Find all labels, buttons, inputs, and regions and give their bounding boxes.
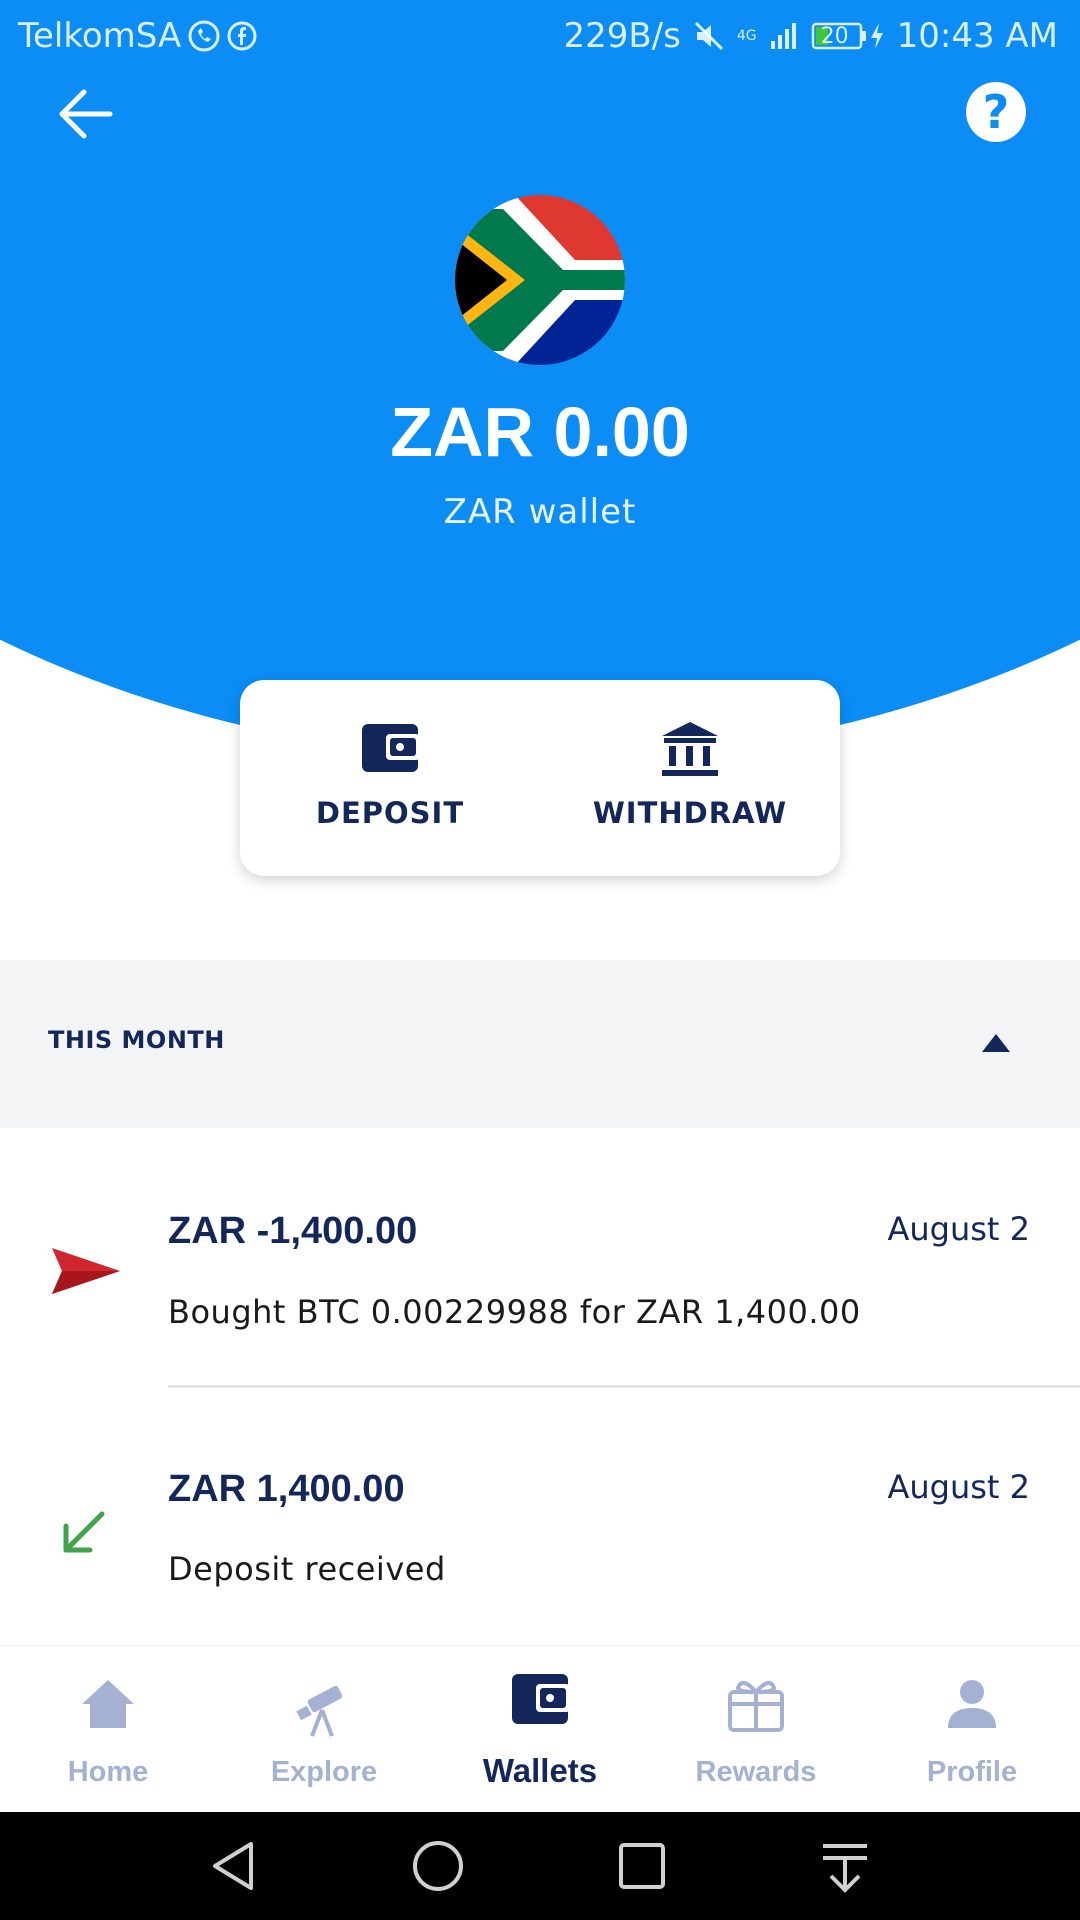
system-home-icon[interactable] [408, 1836, 468, 1896]
status-bar: TelkomSA 229B/s 4G 20 10:43 AM [0, 0, 1080, 76]
back-button[interactable] [56, 84, 116, 144]
caret-up-icon[interactable] [980, 1032, 1012, 1054]
network-speed: 229B/s [563, 16, 681, 56]
system-navigation-bar [0, 1812, 1080, 1920]
help-icon: ? [982, 85, 1010, 139]
mute-icon [693, 20, 725, 52]
wallet-actions-card: DEPOSIT WITHDRAW [240, 680, 840, 876]
nav-home-label: Home [67, 1756, 149, 1788]
clock: 10:43 AM [896, 16, 1058, 56]
network-type: 4G [736, 28, 757, 44]
facebook-icon [227, 21, 257, 51]
deposit-button[interactable]: DEPOSIT [240, 680, 540, 876]
transaction-description: Deposit received [168, 1550, 446, 1588]
nav-explore-label: Explore [270, 1756, 378, 1788]
gift-icon [728, 1680, 784, 1732]
transaction-item[interactable]: ZAR 1,400.00 August 2 Deposit received [0, 1440, 1080, 1640]
transaction-description: Bought BTC 0.00229988 for ZAR 1,400.00 [168, 1293, 861, 1331]
header-background [0, 0, 1080, 760]
wallet-name: ZAR wallet [443, 492, 637, 532]
charging-icon [869, 21, 885, 51]
notification-pulldown-icon[interactable] [815, 1836, 875, 1896]
send-arrow-icon [52, 1248, 120, 1294]
nav-rewards[interactable]: Rewards [648, 1646, 864, 1813]
nav-home[interactable]: Home [0, 1646, 216, 1813]
south-africa-flag [455, 195, 625, 365]
battery-level: 20 [820, 23, 849, 49]
transaction-amount: ZAR 1,400.00 [168, 1468, 405, 1510]
home-icon [82, 1680, 134, 1728]
wallet-balance: ZAR 0.00 [390, 393, 690, 471]
nav-profile[interactable]: Profile [864, 1646, 1080, 1813]
nav-rewards-label: Rewards [695, 1756, 817, 1788]
transaction-date: August 2 [887, 1468, 1030, 1506]
arrow-left-icon [59, 89, 113, 139]
nav-wallets[interactable]: Wallets [432, 1646, 648, 1813]
person-icon [948, 1680, 996, 1728]
transaction-date: August 2 [887, 1210, 1030, 1248]
help-button[interactable]: ? [966, 82, 1026, 142]
transaction-item[interactable]: ZAR -1,400.00 August 2 Bought BTC 0.0022… [0, 1180, 1080, 1380]
month-label: THIS MONTH [48, 1026, 225, 1054]
wallet-icon [362, 724, 420, 772]
signal-icon: 4G [737, 29, 757, 43]
wallet-icon [512, 1674, 570, 1724]
whatsapp-icon [187, 19, 221, 53]
carrier-label: TelkomSA [18, 16, 182, 56]
system-recents-icon[interactable] [612, 1836, 672, 1896]
withdraw-button[interactable]: WITHDRAW [540, 680, 840, 876]
signal-bars-icon [769, 21, 799, 51]
bank-icon [662, 722, 718, 776]
nav-explore[interactable]: Explore [216, 1646, 432, 1813]
divider [168, 1385, 1080, 1388]
bottom-navigation: Home Explore Wallets Rewards Profile [0, 1645, 1080, 1813]
nav-wallets-label: Wallets [482, 1752, 598, 1789]
nav-profile-label: Profile [926, 1756, 1018, 1788]
deposit-label: DEPOSIT [315, 796, 465, 830]
month-section-header[interactable]: THIS MONTH [0, 960, 1080, 1128]
transaction-amount: ZAR -1,400.00 [168, 1210, 418, 1252]
arrow-down-left-icon [63, 1511, 105, 1553]
telescope-icon [296, 1685, 343, 1737]
system-back-icon[interactable] [205, 1836, 265, 1896]
withdraw-label: WITHDRAW [592, 796, 788, 830]
